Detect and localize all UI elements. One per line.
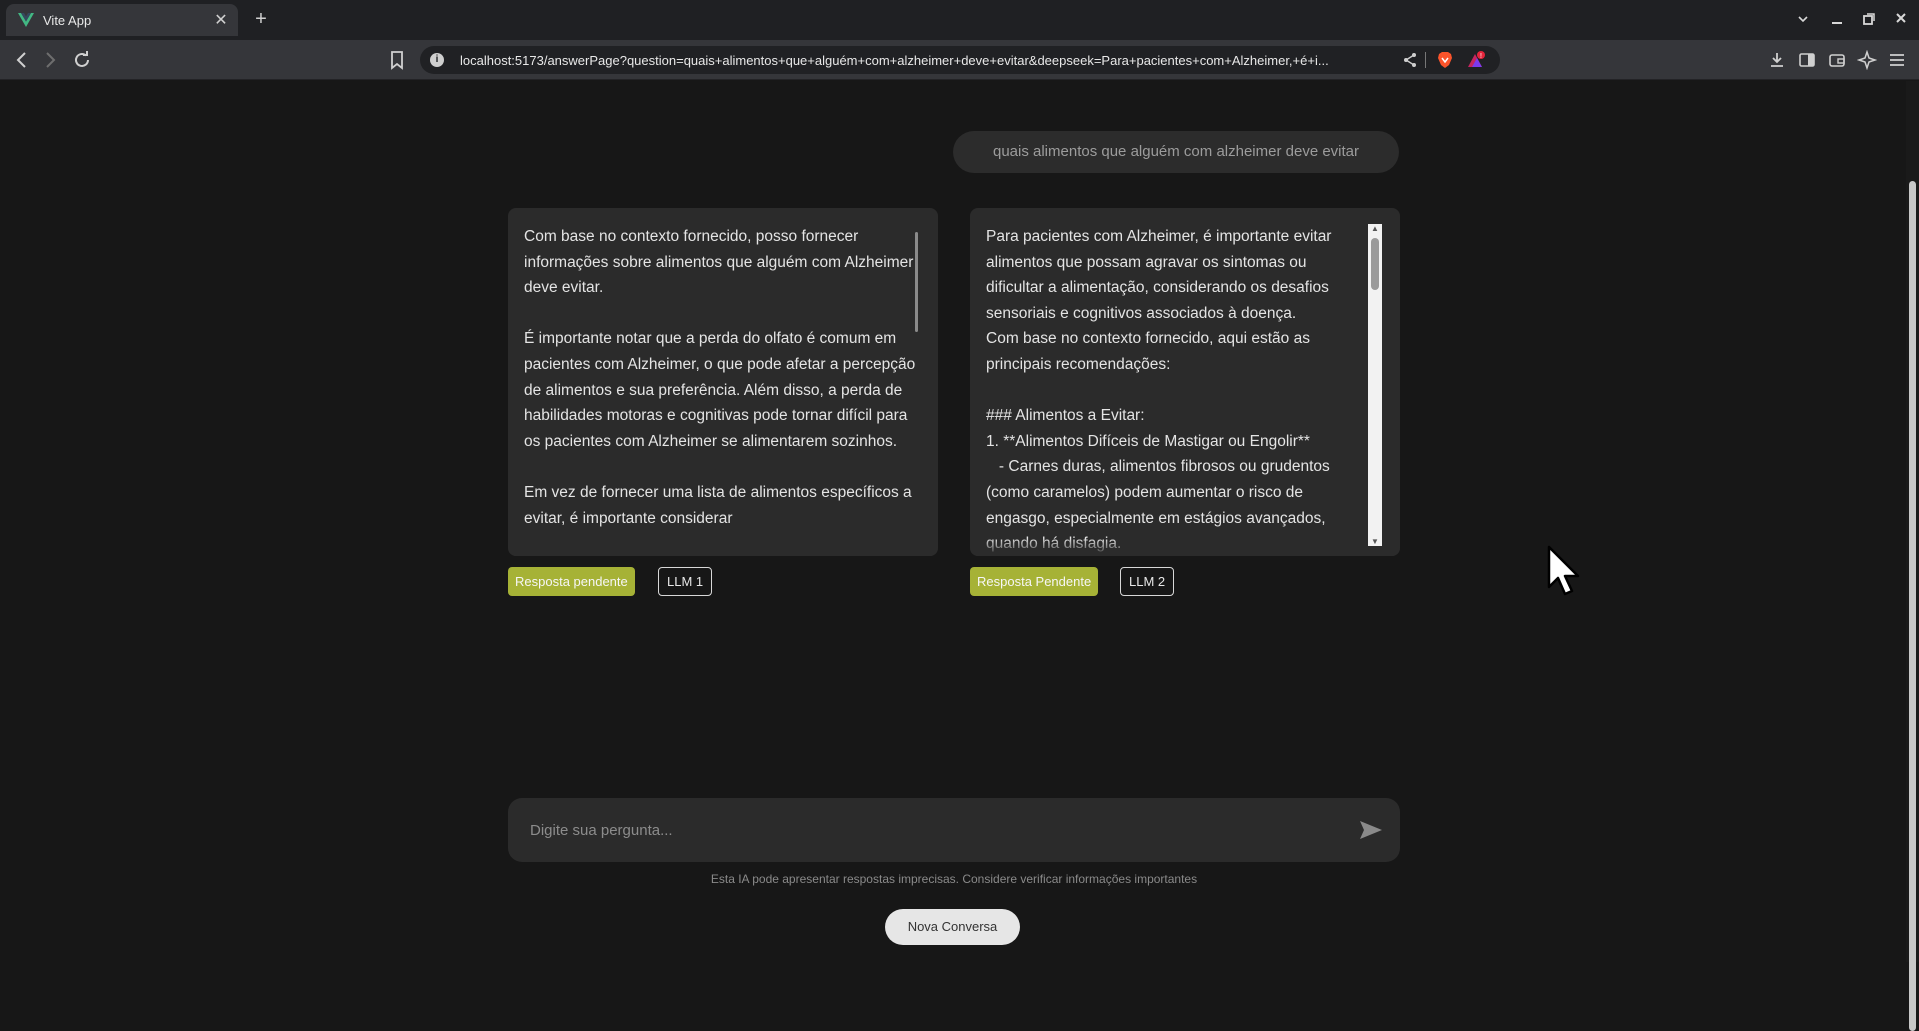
status-badge-llm1[interactable]: Resposta pendente: [508, 567, 635, 596]
question-input-container: [508, 798, 1400, 862]
new-conversation-button[interactable]: Nova Conversa: [885, 909, 1020, 945]
scroll-up-arrow-icon[interactable]: ▲: [1368, 224, 1382, 233]
tab-bar: Vite App ✕ +: [0, 0, 1919, 40]
address-bar[interactable]: i localhost:5173/answerPage?question=qua…: [420, 46, 1500, 74]
close-window-icon[interactable]: [1890, 8, 1912, 30]
close-tab-icon[interactable]: ✕: [210, 10, 232, 30]
tab-list-chevron-icon[interactable]: [1792, 8, 1814, 30]
brave-rewards-icon[interactable]: !: [1466, 51, 1485, 69]
back-icon[interactable]: [10, 48, 34, 72]
answer-scrollbar-thumb-llm2[interactable]: [1371, 238, 1379, 290]
url-text[interactable]: localhost:5173/answerPage?question=quais…: [460, 53, 1390, 68]
reload-icon[interactable]: [70, 48, 94, 72]
answer-panel-llm2[interactable]: Para pacientes com Alzheimer, é importan…: [970, 208, 1400, 556]
rewards-badge: !: [1480, 53, 1482, 60]
model-tag-llm2: LLM 2: [1120, 567, 1175, 596]
sidebar-icon[interactable]: [1797, 50, 1817, 70]
bookmark-icon[interactable]: [386, 49, 408, 71]
model-tag-llm1: LLM 1: [658, 567, 713, 596]
brave-shields-icon[interactable]: [1436, 51, 1454, 69]
navigation-bar: i localhost:5173/answerPage?question=qua…: [0, 40, 1919, 80]
menu-icon[interactable]: [1887, 50, 1907, 70]
site-info-icon[interactable]: i: [430, 53, 444, 67]
answer-fade: [508, 538, 938, 556]
new-tab-icon[interactable]: +: [250, 8, 272, 30]
download-icon[interactable]: [1767, 50, 1787, 70]
answer-text-llm1: Com base no contexto fornecido, posso fo…: [524, 228, 916, 527]
answer-text-llm2: Para pacientes com Alzheimer, é importan…: [986, 228, 1332, 552]
page-scrollbar[interactable]: [1906, 81, 1919, 1031]
answer-scrollbar-llm2[interactable]: ▲ ▼: [1368, 224, 1382, 546]
minimize-icon[interactable]: [1826, 8, 1848, 30]
user-question-bubble: quais alimentos que alguém com alzheimer…: [953, 131, 1399, 173]
answer-panel-llm1[interactable]: Com base no contexto fornecido, posso fo…: [508, 208, 938, 556]
wallet-icon[interactable]: [1827, 50, 1847, 70]
vite-logo-icon: [18, 12, 34, 28]
page-scrollbar-thumb[interactable]: [1909, 181, 1916, 1031]
scroll-down-arrow-icon[interactable]: ▼: [1368, 537, 1382, 546]
url-separator: [1425, 52, 1426, 68]
send-icon[interactable]: [1358, 818, 1384, 842]
mouse-cursor-icon: [1546, 545, 1582, 601]
question-input[interactable]: [530, 816, 1330, 844]
ai-disclaimer: Esta IA pode apresentar respostas imprec…: [710, 872, 1198, 886]
leo-ai-icon[interactable]: [1856, 49, 1878, 71]
tab-title: Vite App: [43, 12, 92, 28]
restore-icon[interactable]: [1858, 8, 1880, 30]
answer-fade: [970, 538, 1400, 556]
forward-icon[interactable]: [38, 48, 62, 72]
status-badge-llm2[interactable]: Resposta Pendente: [970, 567, 1099, 596]
tab-vite-app[interactable]: Vite App ✕: [6, 4, 238, 36]
answer-scrollbar-thumb-llm1[interactable]: [915, 232, 918, 332]
share-icon[interactable]: [1402, 52, 1418, 68]
answer-scrollbar-llm1[interactable]: [915, 232, 918, 556]
